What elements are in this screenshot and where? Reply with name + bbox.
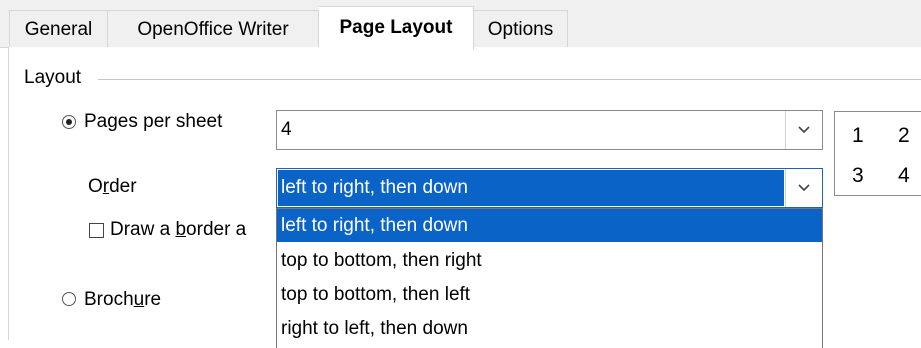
order-dropdown-list: left to right, then down top to bottom, …: [276, 208, 823, 348]
tab-openoffice-writer-label: OpenOffice Writer: [137, 18, 289, 40]
chevron-down-icon: [798, 126, 810, 134]
order-label: Order: [88, 176, 137, 197]
order-option-right-to-left-then-down[interactable]: right to left, then down: [277, 312, 822, 345]
preview-cell-2: 2: [898, 124, 910, 147]
order-value: left to right, then down: [281, 177, 468, 198]
pages-per-sheet-label: Pages per sheet: [84, 111, 223, 132]
tab-openoffice-writer[interactable]: OpenOffice Writer: [108, 10, 319, 48]
layout-frame-line: [98, 79, 921, 80]
brochure-radio[interactable]: [62, 292, 76, 306]
order-option-top-to-bottom-then-right[interactable]: top to bottom, then right: [277, 244, 822, 277]
preview-cell-3: 3: [852, 164, 864, 187]
layout-frame-title: Layout: [24, 67, 82, 88]
tab-page-layout[interactable]: Page Layout: [319, 6, 474, 50]
order-option-left-to-right-then-down[interactable]: left to right, then down: [277, 209, 822, 242]
draw-border-label: Draw a border a: [110, 219, 247, 240]
tab-page-layout-label: Page Layout: [339, 17, 453, 38]
preview-cell-1: 1: [852, 124, 864, 147]
pages-per-sheet-combobox[interactable]: 4: [276, 110, 823, 150]
order-combobox[interactable]: left to right, then down: [276, 168, 823, 208]
order-option-top-to-bottom-then-left[interactable]: top to bottom, then left: [277, 278, 822, 311]
pages-per-sheet-radio[interactable]: [62, 115, 76, 129]
tab-options[interactable]: Options: [474, 10, 568, 48]
chevron-down-icon: [798, 184, 810, 192]
draw-border-checkbox[interactable]: [89, 223, 104, 238]
brochure-label: Brochure: [84, 289, 162, 310]
pages-per-sheet-dropdown-button[interactable]: [785, 111, 822, 149]
tab-general-label: General: [24, 18, 93, 40]
order-dropdown-button[interactable]: [785, 169, 822, 207]
pages-preview: 1 2 3 4: [834, 111, 921, 196]
tab-general[interactable]: General: [9, 10, 108, 48]
preview-cell-4: 4: [898, 164, 910, 187]
tab-options-label: Options: [487, 18, 554, 40]
pages-per-sheet-value: 4: [281, 119, 292, 140]
